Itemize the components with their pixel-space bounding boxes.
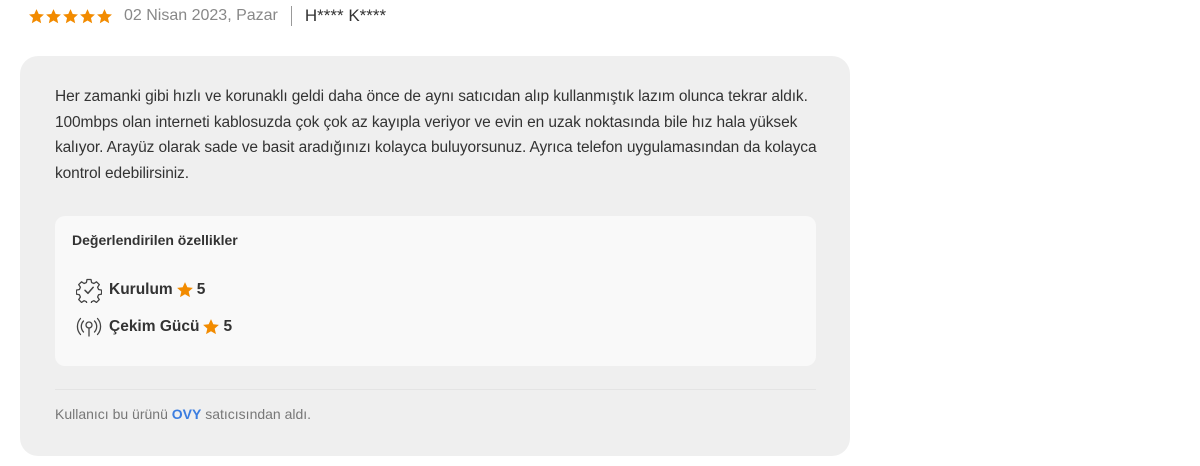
rated-features-panel: Değerlendirilen özellikler Kurulum 5 Çek… bbox=[55, 216, 816, 366]
seller-info: Kullanıcı bu ürünü OVY satıcısından aldı… bbox=[55, 406, 311, 422]
review-header: 02 Nisan 2023, Pazar H**** K**** bbox=[28, 4, 386, 28]
review-text: Her zamanki gibi hızlı ve korunaklı geld… bbox=[55, 88, 817, 182]
feature-score: 5 bbox=[196, 281, 206, 298]
feature-score: 5 bbox=[223, 318, 233, 335]
seller-prefix: Kullanıcı bu ürünü bbox=[55, 406, 168, 422]
star-icon bbox=[97, 8, 112, 23]
feature-label: Kurulum bbox=[109, 281, 173, 298]
feature-row-cekim-gucu: Çekim Gücü 5 bbox=[75, 314, 232, 340]
seller-link[interactable]: OVY bbox=[172, 406, 202, 422]
star-icon bbox=[63, 8, 78, 23]
star-icon bbox=[80, 8, 95, 23]
star-icon bbox=[46, 8, 61, 23]
star-icon bbox=[29, 8, 44, 23]
review-date: 02 Nisan 2023, Pazar bbox=[124, 7, 278, 24]
star-icon bbox=[176, 282, 193, 298]
rated-features-title: Değerlendirilen özellikler bbox=[72, 232, 238, 248]
star-icon bbox=[203, 319, 220, 335]
feature-label: Çekim Gücü bbox=[109, 318, 200, 335]
seller-suffix: satıcısından aldı. bbox=[205, 406, 312, 422]
review-author: H**** K**** bbox=[304, 6, 387, 25]
card-divider bbox=[55, 389, 816, 390]
rating-stars bbox=[28, 8, 113, 25]
feature-row-kurulum: Kurulum 5 bbox=[75, 277, 205, 303]
header-divider bbox=[290, 6, 292, 26]
signal-antenna-icon bbox=[75, 314, 103, 340]
gear-check-icon bbox=[75, 277, 103, 303]
review-card: Her zamanki gibi hızlı ve korunaklı geld… bbox=[20, 56, 850, 456]
